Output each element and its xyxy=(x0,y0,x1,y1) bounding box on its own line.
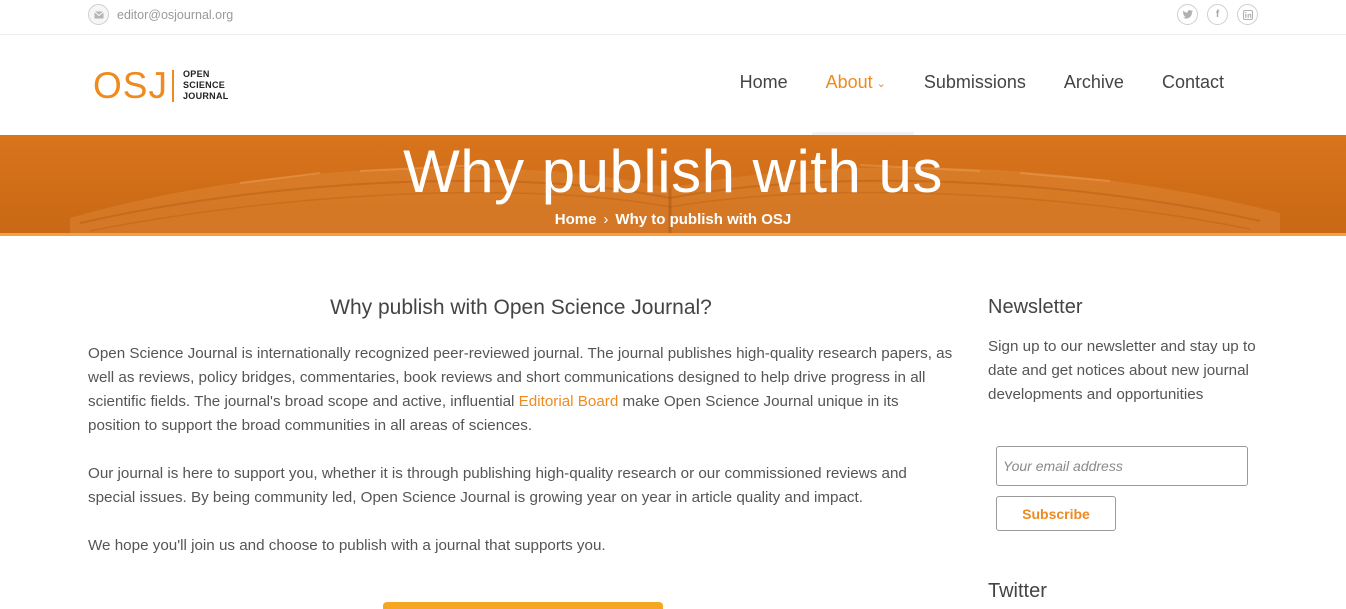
logo-line-journal: JOURNAL xyxy=(182,91,229,101)
top-bar: editor@osjournal.org f xyxy=(0,0,1346,35)
facebook-icon[interactable]: f xyxy=(1207,4,1228,25)
contact-email-text[interactable]: editor@osjournal.org xyxy=(117,8,233,22)
closing-paragraph: We hope you'll join us and choose to pub… xyxy=(88,537,606,554)
main-content: Why publish with Open Science Journal? O… xyxy=(88,296,954,582)
breadcrumb-current: Why to publish with OSJ xyxy=(615,211,792,228)
breadcrumb-home[interactable]: Home xyxy=(555,211,597,228)
site-header: OSJ OPEN SCIENCE JOURNAL Home About ⌄ Sub… xyxy=(0,36,1346,134)
support-paragraph: Our journal is here to support you, whet… xyxy=(88,465,907,506)
logo-line-science: SCIENCE xyxy=(182,80,226,90)
newsletter-title: Newsletter xyxy=(988,296,1083,318)
sidebar: Newsletter Sign up to our newsletter and… xyxy=(988,296,1268,602)
linkedin-icon[interactable] xyxy=(1237,4,1258,25)
page-title: Why publish with us xyxy=(403,138,943,205)
logo-line-open: OPEN xyxy=(182,69,210,79)
cta-button[interactable] xyxy=(383,602,663,609)
editorial-board-link[interactable]: Editorial Board xyxy=(519,393,619,410)
chevron-down-icon: ⌄ xyxy=(876,78,886,90)
site-logo[interactable]: OSJ OPEN SCIENCE JOURNAL xyxy=(93,67,229,104)
intro-paragraph: Open Science Journal is internationally … xyxy=(88,342,954,438)
nav-submissions[interactable]: Submissions xyxy=(924,72,1026,93)
contact-email[interactable]: editor@osjournal.org xyxy=(88,4,233,25)
main-nav: Home About ⌄ Submissions Archive Contact xyxy=(740,72,1224,93)
twitter-icon[interactable] xyxy=(1177,4,1198,25)
envelope-icon xyxy=(88,4,109,25)
nav-about[interactable]: About ⌄ xyxy=(826,72,886,93)
newsletter-email-input[interactable] xyxy=(996,446,1248,486)
nav-archive[interactable]: Archive xyxy=(1064,72,1124,93)
breadcrumb: Home › Why to publish with OSJ xyxy=(0,211,1346,228)
logo-wordmark: OPEN SCIENCE JOURNAL xyxy=(183,69,229,102)
breadcrumb-separator-icon: › xyxy=(603,211,609,228)
nav-about-label: About xyxy=(825,72,873,92)
logo-mark: OSJ xyxy=(93,65,168,106)
logo-divider xyxy=(171,69,174,102)
social-links: f xyxy=(1177,4,1258,25)
newsletter-description: Sign up to our newsletter and stay up to… xyxy=(988,338,1256,403)
twitter-title: Twitter xyxy=(988,580,1047,602)
section-heading: Why publish with Open Science Journal? xyxy=(330,296,712,319)
nav-home[interactable]: Home xyxy=(740,72,788,93)
page-banner: Why publish with us Home › Why to publish … xyxy=(0,135,1346,236)
nav-contact[interactable]: Contact xyxy=(1162,72,1224,93)
subscribe-button[interactable]: Subscribe xyxy=(996,496,1116,531)
